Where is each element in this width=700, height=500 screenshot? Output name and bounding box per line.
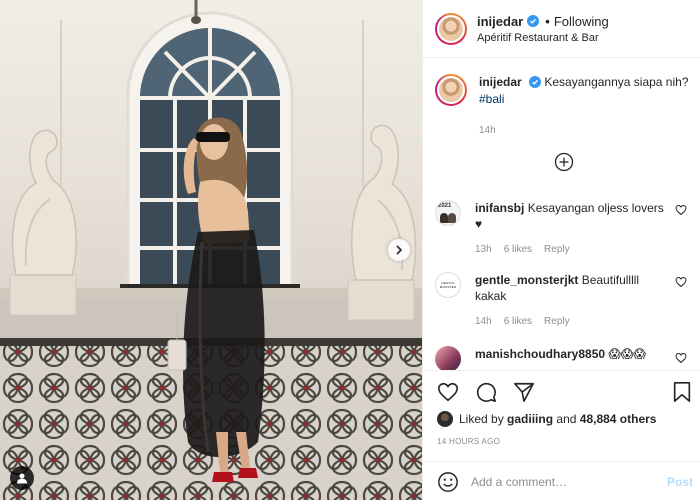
avatar-badge-text: 2021: [438, 203, 452, 209]
heart-outline-icon[interactable]: [675, 352, 687, 364]
post-timestamp[interactable]: 14 HOURS AGO: [437, 437, 500, 446]
comment-likes[interactable]: 6 likes: [504, 242, 532, 258]
caption-time[interactable]: 14h: [479, 122, 689, 139]
comments-section: inijedar Kesayangannya siapa nih? #bali …: [423, 58, 700, 370]
location-link[interactable]: Apéritif Restaurant & Bar: [477, 32, 609, 44]
caption-text: Kesayangannya siapa nih?: [544, 75, 689, 89]
liker-avatar[interactable]: [437, 411, 453, 427]
author-avatar[interactable]: [435, 12, 467, 45]
comment-item: GENTLE MONSTER gentle_monsterjkt Beautif…: [435, 272, 695, 330]
post-details-panel: inijedar • Following Apéritif Restaurant…: [422, 0, 700, 500]
user-icon: [17, 473, 27, 484]
avatar-badge-text: GENTLE MONSTER: [439, 281, 457, 289]
commenter-avatar[interactable]: 2021: [435, 200, 461, 226]
emoji-icon[interactable]: [437, 471, 459, 493]
post-header: inijedar • Following Apéritif Restaurant…: [423, 0, 700, 58]
post-comment-button[interactable]: Post: [667, 475, 693, 489]
liked-by-prefix: Liked by: [459, 412, 504, 426]
commenter-avatar[interactable]: [435, 346, 461, 370]
share-icon[interactable]: [513, 381, 535, 403]
reply-button[interactable]: Reply: [544, 314, 570, 330]
verified-badge-icon: [527, 15, 540, 27]
swan-statue-right: [347, 124, 417, 320]
author-username[interactable]: inijedar: [477, 14, 523, 29]
comment-time[interactable]: 13h: [475, 242, 492, 258]
commenter-username[interactable]: manishchoudhary8850: [475, 347, 605, 361]
author-avatar[interactable]: [435, 74, 467, 106]
comment-icon[interactable]: [475, 381, 497, 403]
post-caption: inijedar Kesayangannya siapa nih? #bali …: [435, 74, 693, 139]
verified-badge-icon: [529, 76, 542, 88]
liked-by-and: and: [556, 412, 577, 426]
liked-by-count[interactable]: 48,884 others: [580, 412, 657, 426]
comment-item: 2021 inifansbj Kesayangan oljess lovers …: [435, 200, 695, 258]
comment-text: 😱😱😱: [608, 347, 646, 361]
hashtag-link[interactable]: #bali: [479, 91, 689, 108]
chevron-right-icon: [396, 245, 403, 255]
comment-time[interactable]: 14h: [475, 314, 492, 330]
plus-circle-icon[interactable]: [554, 152, 574, 172]
reply-button[interactable]: Reply: [544, 242, 570, 258]
heart-icon[interactable]: [437, 381, 459, 403]
caption-username[interactable]: inijedar: [479, 75, 522, 89]
commenter-avatar[interactable]: GENTLE MONSTER: [435, 272, 461, 298]
post-actions: Liked by gadiiing and 48,884 others 14 H…: [423, 370, 700, 500]
liked-by-user[interactable]: gadiiing: [507, 412, 553, 426]
add-comment-bar: Post: [423, 461, 700, 500]
swan-statue-left: [9, 129, 77, 315]
woman-figure: [167, 117, 265, 482]
next-photo-button[interactable]: [388, 239, 410, 261]
heart-outline-icon[interactable]: [675, 276, 687, 288]
commenter-username[interactable]: gentle_monsterjkt: [475, 273, 578, 287]
post-photo[interactable]: [0, 0, 422, 500]
comment-input[interactable]: [471, 474, 661, 489]
following-button[interactable]: Following: [554, 14, 609, 29]
tagged-users-button[interactable]: [10, 466, 34, 490]
header-separator: •: [545, 13, 550, 29]
commenter-username[interactable]: inifansbj: [475, 201, 524, 215]
comment-likes[interactable]: 6 likes: [504, 314, 532, 330]
liked-by-summary: Liked by gadiiing and 48,884 others: [437, 411, 656, 427]
bookmark-icon[interactable]: [671, 381, 693, 403]
heart-outline-icon[interactable]: [675, 204, 687, 216]
comment-item: manishchoudhary8850 😱😱😱: [435, 346, 695, 370]
